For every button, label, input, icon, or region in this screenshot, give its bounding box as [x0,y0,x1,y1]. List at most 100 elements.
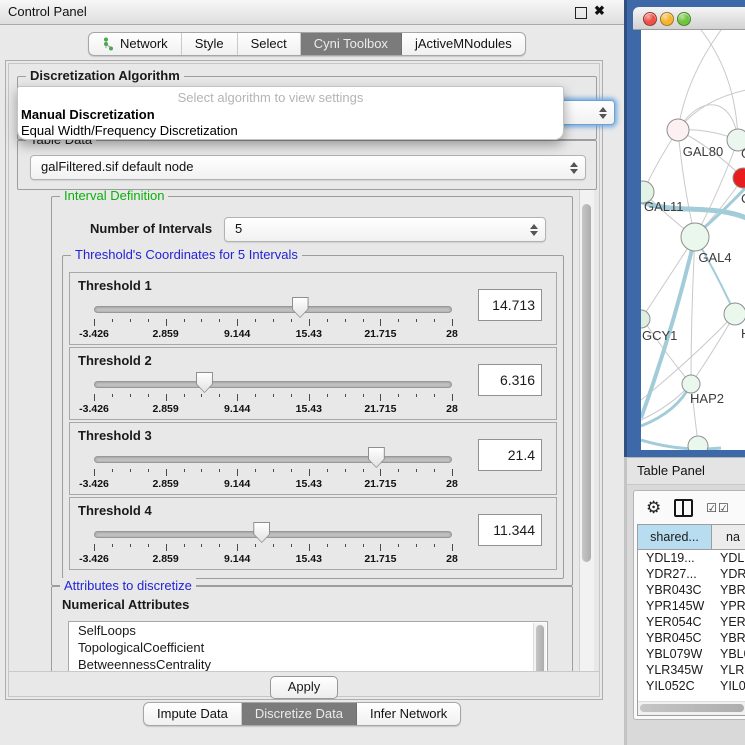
split-columns-icon[interactable] [674,499,693,517]
tick-mark [309,544,310,551]
tab-select[interactable]: Select [238,33,301,55]
table-row[interactable]: YBL079WYBL0 [638,646,745,662]
axis-tick-label: 15.43 [296,328,322,340]
close-icon[interactable]: ✖ [594,3,605,19]
table-row[interactable]: YDR27...YDR2 [638,566,745,582]
interval-definition-group: Interval Definition Number of Intervals … [51,196,573,586]
network-node[interactable] [733,168,745,188]
tick-mark [273,544,274,547]
slider-axis-labels: -3.4262.8599.14415.4321.71528 [94,478,452,490]
settings-vertical-scrollbar[interactable] [579,190,594,671]
gear-icon[interactable]: ⚙ [646,499,661,516]
screen: { "window": {"title": "Control Panel"}, … [0,0,745,745]
window-close-icon[interactable] [643,12,657,26]
slider-thumb[interactable] [196,372,213,393]
tab-infer-network[interactable]: Infer Network [357,703,460,725]
threshold-3-slider[interactable]: -3.4262.8599.14415.4321.71528 [94,447,452,491]
algorithm-option-equal-width-frequency-discretization[interactable]: Equal Width/Frequency Discretization [21,123,238,138]
column-header-1[interactable]: na [712,525,745,549]
window-zoom-icon[interactable] [677,12,691,26]
tick-mark [363,319,364,322]
slider-track[interactable] [94,456,452,463]
table-row[interactable]: YBR043CYBR0 [638,582,745,598]
network-edge[interactable] [642,237,695,318]
tick-mark [380,319,381,326]
numerical-attributes-list[interactable]: SelfLoopsTopologicalCoefficientBetweenne… [68,621,548,671]
tick-mark [184,394,185,397]
slider-ticks [94,319,452,327]
tick-mark [201,394,202,397]
scrollbar-thumb[interactable] [640,704,744,712]
select-columns-icon[interactable]: ☑☑ [706,501,730,515]
network-edge[interactable] [701,30,738,140]
window-minimize-icon[interactable] [660,12,674,26]
slider-thumb[interactable] [368,447,385,468]
table-row[interactable]: YER054CYER0 [638,614,745,630]
threshold-1-value-field[interactable]: 14.713 [478,289,542,321]
slider-track[interactable] [94,381,452,388]
network-edge[interactable] [641,440,721,449]
network-edge[interactable] [641,384,691,426]
attributes-list-scrollbar[interactable] [533,623,546,671]
tick-mark [380,469,381,476]
network-node[interactable] [688,436,708,450]
table-row[interactable]: YDL19...YDL1 [638,550,745,566]
tab-discretize-data[interactable]: Discretize Data [242,703,357,725]
attribute-item-selfloops[interactable]: SelfLoops [69,622,547,639]
scrollbar-thumb[interactable] [536,625,544,671]
table-data-combobox[interactable]: galFiltered.sif default node [30,155,586,180]
scrollbar-thumb[interactable] [582,204,591,562]
tick-mark [327,319,328,322]
float-window-icon[interactable] [575,7,587,19]
network-canvas[interactable]: GAL80GCGAL11GAL4GCY1HHAP2 [641,30,745,450]
axis-tick-label: 15.43 [296,553,322,565]
slider-track[interactable] [94,306,452,313]
table-cell: YDL1 [712,550,745,566]
network-window-titlebar[interactable] [633,7,745,30]
network-edge[interactable] [678,30,721,130]
tick-mark [434,319,435,322]
table-horizontal-scrollbar[interactable] [638,701,745,715]
network-edge[interactable] [691,314,735,384]
tick-mark [148,544,149,547]
tab-impute-data[interactable]: Impute Data [144,703,242,725]
table-cell: YBL0 [712,646,745,662]
cyni-toolbox-content: Discretization Algorithm Select algorith… [5,60,603,700]
algorithm-option-manual-discretization[interactable]: Manual Discretization [21,107,155,122]
threshold-1-slider[interactable]: -3.4262.8599.14415.4321.71528 [94,297,452,341]
network-node[interactable] [641,310,650,328]
table-row[interactable]: YBR045CYBR0 [638,630,745,646]
tick-mark [166,469,167,476]
network-node[interactable] [667,119,689,141]
threshold-4-value-field[interactable]: 11.344 [478,514,542,546]
tab-style[interactable]: Style [182,33,238,55]
network-window: GAL80GCGAL11GAL4GCY1HHAP2 [633,7,745,457]
tick-mark [237,394,238,401]
threshold-2-value-field[interactable]: 6.316 [478,364,542,396]
slider-thumb[interactable] [253,522,270,543]
apply-button[interactable]: Apply [270,676,338,699]
slider-track[interactable] [94,531,452,538]
tick-mark [184,544,185,547]
threshold-4-slider[interactable]: -3.4262.8599.14415.4321.71528 [94,522,452,566]
tick-mark [148,469,149,472]
slider-thumb[interactable] [292,297,309,318]
number-of-intervals-spinner[interactable]: 5 [224,217,546,242]
table-row[interactable]: YLR345WYLR3 [638,662,745,678]
network-node[interactable] [681,223,709,251]
tab-jactivemnodules[interactable]: jActiveMNodules [402,33,525,55]
attribute-item-betweennesscentrality[interactable]: BetweennessCentrality [69,656,547,671]
table-row[interactable]: YIL052CYIL0 [638,678,745,691]
network-node[interactable] [724,303,745,325]
threshold-3-value-field[interactable]: 21.4 [478,439,542,471]
tick-mark [148,394,149,397]
axis-tick-label: 2.859 [152,403,178,415]
table-row[interactable]: YPR145WYPR1 [638,598,745,614]
threshold-2-slider[interactable]: -3.4262.8599.14415.4321.71528 [94,372,452,416]
tab-network[interactable]: Network [89,33,182,55]
column-header-0[interactable]: shared... [638,525,712,549]
table-cell: YDR2 [712,566,745,582]
tick-mark [166,394,167,401]
tab-cyni-toolbox[interactable]: Cyni Toolbox [301,33,402,55]
attribute-item-topologicalcoefficient[interactable]: TopologicalCoefficient [69,639,547,656]
